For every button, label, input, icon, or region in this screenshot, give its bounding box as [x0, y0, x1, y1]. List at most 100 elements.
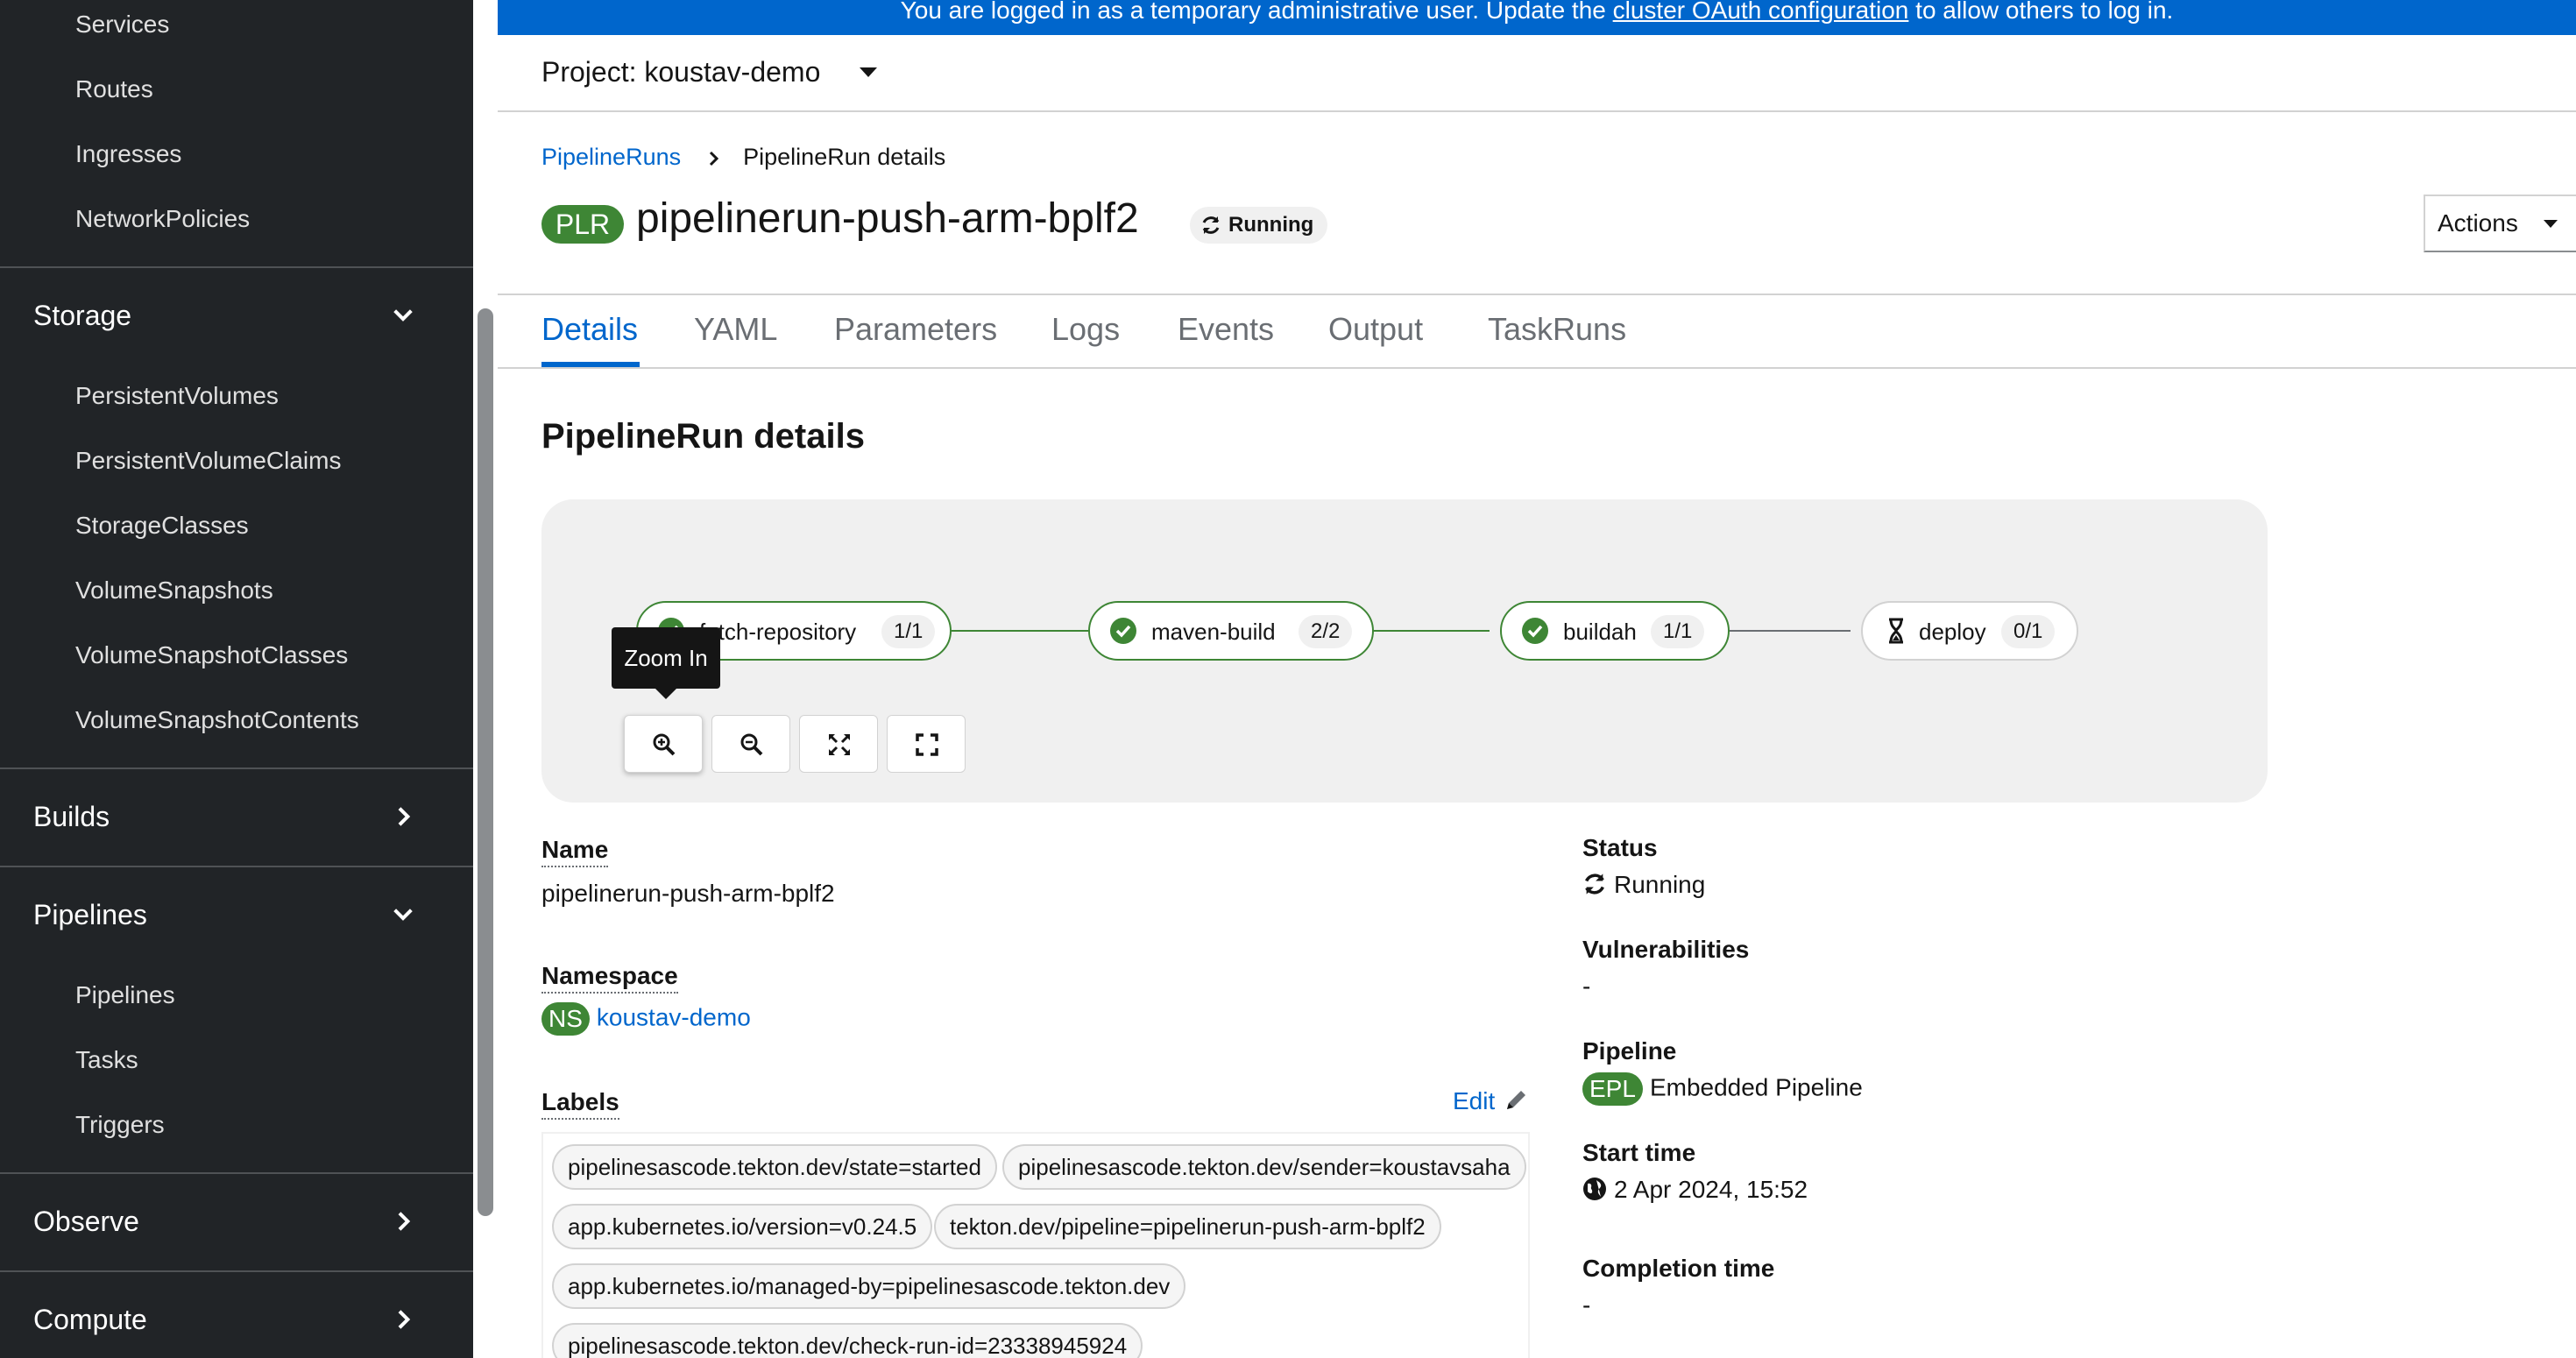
edit-labels-button[interactable]: Edit [1453, 1086, 1530, 1115]
active-tab-indicator [541, 362, 640, 367]
start-time-text: 2 Apr 2024, 15:52 [1614, 1176, 1808, 1203]
name-label: Name [541, 836, 609, 867]
chevron-right-icon [398, 1310, 411, 1329]
page-title: pipelinerun-push-arm-bplf2 [636, 195, 1139, 242]
vulnerabilities-label: Vulnerabilities [1582, 936, 1750, 963]
start-time-value: 2 Apr 2024, 15:52 [1582, 1176, 1808, 1204]
sidebar-item-routes[interactable]: Routes [75, 75, 153, 103]
tab-taskruns[interactable]: TaskRuns [1488, 311, 1626, 348]
sidebar-section-pipelines[interactable]: Pipelines [0, 866, 473, 964]
chevron-right-icon [398, 1212, 411, 1231]
sidebar-section-storage[interactable]: Storage [0, 266, 473, 364]
sidebar-item-persistentvolumeclaims[interactable]: PersistentVolumeClaims [75, 447, 341, 475]
chevron-right-icon [398, 807, 411, 826]
sidebar-section-compute[interactable]: Compute [0, 1270, 473, 1358]
chevron-right-icon [709, 151, 718, 166]
chevron-down-icon [393, 309, 413, 322]
sidebar-item-services[interactable]: Services [75, 11, 169, 39]
banner-text-prefix: You are logged in as a temporary adminis… [900, 0, 1613, 24]
label-chip: app.kubernetes.io/managed-by=pipelinesas… [552, 1263, 1186, 1309]
sidebar-item-pipelines[interactable]: Pipelines [75, 981, 175, 1009]
sidebar-section-observe[interactable]: Observe [0, 1172, 473, 1270]
sidebar-item-persistentvolumes[interactable]: PersistentVolumes [75, 382, 279, 410]
status-badge: Running [1190, 207, 1328, 244]
zoom-in-icon [653, 733, 676, 756]
tab-output[interactable]: Output [1328, 311, 1423, 348]
sidebar-item-volumesnapshots[interactable]: VolumeSnapshots [75, 576, 273, 605]
namespace-value: NS koustav-demo [541, 1002, 751, 1036]
zoom-in-button[interactable] [624, 715, 703, 773]
vulnerabilities-value: - [1582, 973, 1591, 1000]
check-circle-icon [1110, 618, 1136, 644]
sidebar-item-volumesnapshotclasses[interactable]: VolumeSnapshotClasses [75, 641, 348, 669]
pencil-icon [1507, 1091, 1526, 1109]
label-chip: pipelinesascode.tekton.dev/state=started [552, 1144, 997, 1190]
reset-view-button[interactable] [887, 715, 966, 773]
namespace-label: Namespace [541, 962, 678, 994]
status-text: Running [1614, 871, 1706, 898]
sidebar: Services Routes Ingresses NetworkPolicie… [0, 0, 473, 1358]
task-count: 0/1 [2001, 615, 2056, 648]
pipeline-name: Embedded Pipeline [1649, 1073, 1863, 1101]
pipeline-badge: EPL [1582, 1072, 1643, 1106]
breadcrumb-pipelineruns-link[interactable]: PipelineRuns [541, 144, 681, 170]
check-circle-icon [1522, 618, 1548, 644]
sidebar-item-volumesnapshotcontents[interactable]: VolumeSnapshotContents [75, 706, 359, 734]
sidebar-item-ingresses[interactable]: Ingresses [75, 140, 181, 168]
task-name: buildah [1563, 619, 1637, 645]
tab-bar: Details YAML Parameters Logs Events Outp… [498, 295, 2576, 369]
completion-time-value: - [1582, 1291, 1591, 1319]
namespace-badge: NS [541, 1002, 590, 1036]
sidebar-scrollbar[interactable] [478, 308, 493, 1216]
status-badge-label: Running [1228, 213, 1314, 237]
start-time-label: Start time [1582, 1139, 1696, 1166]
tab-parameters[interactable]: Parameters [834, 311, 997, 348]
task-count: 1/1 [1651, 615, 1705, 648]
label-chip: pipelinesascode.tekton.dev/check-run-id=… [552, 1323, 1143, 1358]
tab-details[interactable]: Details [541, 311, 638, 348]
sidebar-section-label: Observe [33, 1206, 139, 1237]
task-node-maven-build[interactable]: maven-build 2/2 [1088, 601, 1374, 661]
sidebar-item-tasks[interactable]: Tasks [75, 1046, 138, 1074]
sidebar-section-label: Compute [33, 1304, 147, 1335]
name-value: pipelinerun-push-arm-bplf2 [541, 880, 835, 907]
tab-yaml[interactable]: YAML [694, 311, 777, 348]
sidebar-section-builds[interactable]: Builds [0, 767, 473, 866]
task-node-deploy[interactable]: deploy 0/1 [1861, 601, 2078, 661]
status-value: Running [1582, 871, 1705, 899]
sidebar-section-label: Builds [33, 801, 110, 832]
fit-to-screen-button[interactable] [799, 715, 878, 773]
tab-events[interactable]: Events [1178, 311, 1274, 348]
sidebar-item-storageclasses[interactable]: StorageClasses [75, 512, 249, 540]
zoom-in-tooltip: Zoom In [612, 627, 720, 699]
sidebar-section-label: Storage [33, 300, 132, 331]
labels-list: pipelinesascode.tekton.dev/state=started… [541, 1132, 1530, 1358]
tab-logs[interactable]: Logs [1051, 311, 1120, 348]
label-chip: pipelinesascode.tekton.dev/sender=kousta… [1002, 1144, 1526, 1190]
caret-down-icon[interactable] [859, 67, 878, 79]
temporary-user-banner: You are logged in as a temporary adminis… [498, 0, 2576, 35]
caret-down-icon [2544, 220, 2558, 228]
task-name: deploy [1919, 619, 1986, 645]
hourglass-icon [1889, 618, 1903, 644]
banner-text-suffix: to allow others to log in. [1908, 0, 2174, 24]
graph-edge [950, 630, 1088, 632]
graph-edge [1728, 630, 1851, 632]
project-selector[interactable]: Project: koustav-demo [541, 56, 820, 88]
sidebar-item-triggers[interactable]: Triggers [75, 1111, 165, 1139]
actions-dropdown[interactable]: Actions [2424, 195, 2576, 252]
sidebar-item-networkpolicies[interactable]: NetworkPolicies [75, 205, 250, 233]
task-node-buildah[interactable]: buildah 1/1 [1500, 601, 1730, 661]
fullscreen-icon [916, 733, 938, 756]
namespace-link[interactable]: koustav-demo [597, 1003, 751, 1030]
sync-icon [1202, 216, 1220, 234]
pipeline-value: EPL Embedded Pipeline [1582, 1072, 1863, 1106]
globe-icon [1583, 1178, 1606, 1200]
chevron-down-icon [393, 909, 413, 921]
breadcrumb: PipelineRuns PipelineRun details [541, 144, 945, 171]
task-name: maven-build [1151, 619, 1276, 645]
zoom-out-button[interactable] [711, 715, 790, 773]
sidebar-section-label: Pipelines [33, 899, 147, 930]
plr-badge: PLR [541, 205, 624, 244]
cluster-oauth-link[interactable]: cluster OAuth configuration [1613, 0, 1909, 24]
